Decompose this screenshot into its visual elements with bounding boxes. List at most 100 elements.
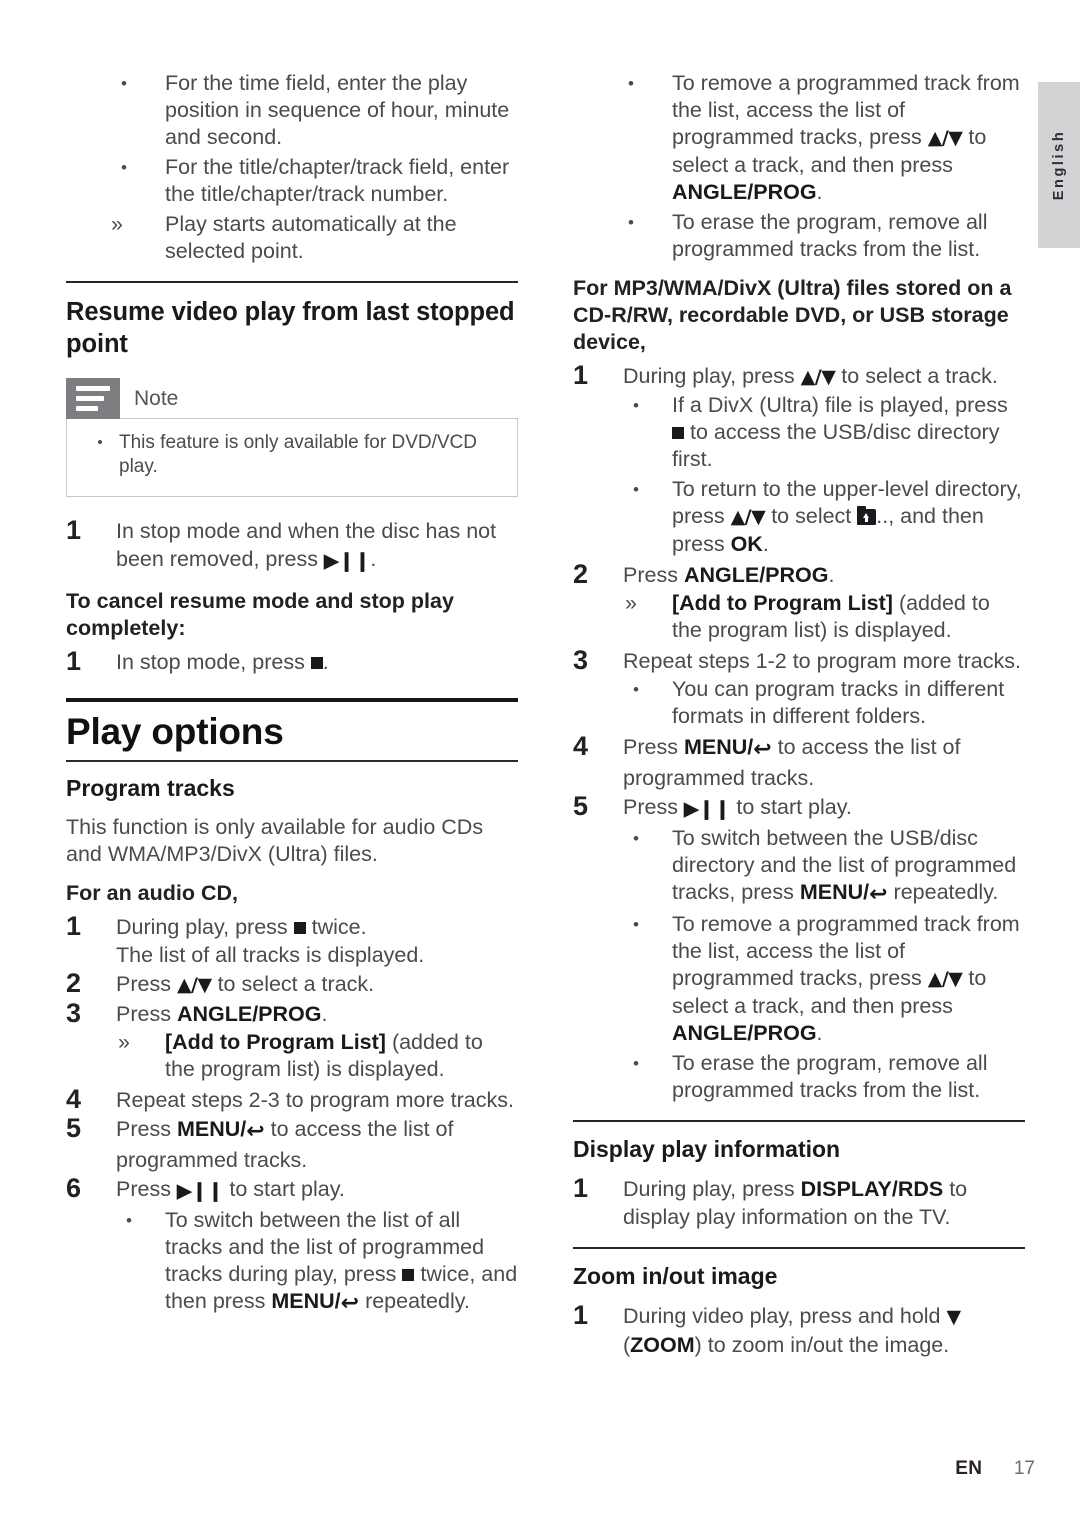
chapter-title: Play options: [66, 711, 284, 752]
menu-label: [Add to Program List]: [165, 1030, 386, 1054]
list-item-text: To switch between the list of all tracks…: [165, 1208, 518, 1316]
bullet-marker: •: [633, 915, 639, 934]
chapter-rule-bottom: [66, 760, 518, 762]
procedure-step: 1 During play, press twice. The list of a…: [66, 911, 518, 969]
section-divider: [573, 1247, 1025, 1249]
down-arrow-icon: ▼: [946, 1306, 962, 1328]
section-intro-text: This function is only available for audi…: [66, 815, 484, 866]
bullet-marker: •: [628, 74, 634, 93]
list-item-text: [Add to Program List] (added to the prog…: [165, 1030, 483, 1081]
step-text: In stop mode and when the disc has not b…: [116, 519, 496, 572]
up-down-arrows-icon: ▲/▼: [927, 968, 963, 990]
step-text: Repeat steps 2-3 to program more tracks.: [116, 1088, 514, 1112]
key-label: DISPLAY/RDS: [800, 1177, 944, 1201]
list-item: • To remove a programmed track from the …: [573, 70, 1025, 206]
list-item-text: For the time field, enter the play posit…: [165, 71, 510, 149]
list-item: • For the time field, enter the play pos…: [66, 70, 518, 151]
subheading-cancel-resume: To cancel resume mode and stop play comp…: [66, 589, 454, 640]
step-text: During play, press ▲/▼ to select a track…: [623, 364, 998, 388]
list-item: • To remove a programmed track from the …: [573, 911, 1025, 1047]
return-arrow-icon: ↩: [340, 1291, 360, 1316]
result-marker: »: [118, 1031, 130, 1054]
stop-icon: [672, 426, 684, 439]
key-label: MENU/: [176, 1117, 247, 1141]
list-item-text: To switch between the USB/disc directory…: [672, 826, 1017, 907]
section-heading-zoom: Zoom in/out image: [573, 1263, 778, 1289]
stop-icon: [310, 656, 323, 669]
procedure-step: 6 Press ▶❙❙ to start play.: [66, 1173, 518, 1206]
list-item-text: For the title/chapter/track field, enter…: [165, 155, 510, 206]
list-item: » Play starts automatically at the selec…: [66, 211, 518, 265]
step-number: 1: [66, 911, 82, 941]
bullet-marker: •: [633, 396, 639, 415]
procedure-step: 2 Press ▲/▼ to select a track.: [66, 968, 518, 999]
list-item-text: To erase the program, remove all program…: [672, 1051, 988, 1102]
left-column: • For the time field, enter the play pos…: [66, 70, 518, 1320]
list-item: • If a DivX (Ultra) file is played, pres…: [573, 392, 1025, 473]
bullet-marker: •: [633, 680, 639, 699]
footer-language-code: EN: [955, 1458, 983, 1479]
step-text: During video play, press and hold ▼ (ZOO…: [623, 1304, 961, 1357]
step-number: 3: [573, 645, 589, 675]
list-item: • To erase the program, remove all progr…: [573, 209, 1025, 263]
note-list-item: • This feature is only available for DVD…: [83, 431, 501, 479]
list-item: • You can program tracks in different fo…: [573, 676, 1025, 730]
folder-up-icon: [857, 506, 877, 525]
menu-label: [Add to Program List]: [672, 591, 893, 615]
key-label: ANGLE/PROG: [672, 180, 817, 204]
procedure-step: 5 Press MENU/↩ to access the list of pro…: [66, 1113, 518, 1174]
step-text: Press ▲/▼ to select a track.: [116, 972, 375, 996]
procedure-step: 5 Press ▶❙❙ to start play.: [573, 791, 1025, 824]
step-number: 5: [573, 791, 589, 821]
return-arrow-icon: ↩: [753, 737, 772, 762]
section-divider: [573, 1120, 1025, 1122]
step-text: Press MENU/↩ to access the list of progr…: [116, 1117, 454, 1172]
step-text: In stop mode, press .: [116, 650, 329, 674]
bullet-marker: •: [633, 829, 639, 848]
subheading-audio-cd: For an audio CD,: [66, 881, 238, 905]
note-header: Note: [66, 378, 518, 419]
step-number: 1: [66, 515, 82, 545]
step-number: 3: [66, 998, 82, 1028]
step-number: 2: [573, 559, 589, 589]
step-number: 1: [573, 360, 589, 390]
list-item: • To return to the upper-level directory…: [573, 476, 1025, 558]
step-number: 4: [573, 731, 589, 761]
step-number: 5: [66, 1113, 82, 1143]
list-item: » [Add to Program List] (added to the pr…: [573, 590, 1025, 644]
procedure-step: 1 In stop mode, press .: [66, 646, 518, 676]
result-marker: »: [625, 592, 637, 615]
return-arrow-icon: ↩: [869, 882, 888, 907]
bullet-marker: •: [633, 480, 639, 499]
procedure-step: 4 Repeat steps 2-3 to program more track…: [66, 1084, 518, 1114]
key-label: MENU/: [799, 880, 870, 904]
key-label: MENU/: [683, 735, 754, 759]
list-item-text: To erase the program, remove all program…: [672, 210, 988, 261]
up-down-arrows-icon: ▲/▼: [800, 366, 836, 388]
procedure-step: 1 During video play, press and hold ▼ (Z…: [573, 1300, 1025, 1359]
stop-icon: [293, 921, 306, 934]
step-text: Press ANGLE/PROG.: [116, 1002, 328, 1026]
note-title: Note: [134, 386, 179, 410]
list-item: • To switch between the list of all trac…: [66, 1207, 518, 1317]
list-item-text: Play starts automatically at the selecte…: [165, 212, 457, 263]
note-icon: [66, 378, 120, 419]
stop-icon: [402, 1268, 415, 1281]
section-divider: [66, 281, 518, 283]
language-tab: English: [1038, 82, 1080, 248]
list-item-text: [Add to Program List] (added to the prog…: [672, 591, 990, 642]
key-label: ANGLE/PROG: [683, 563, 829, 587]
list-item: » [Add to Program List] (added to the pr…: [66, 1029, 518, 1083]
language-tab-label: English: [1051, 129, 1067, 201]
step-number: 1: [573, 1173, 589, 1203]
result-marker: »: [111, 213, 123, 236]
chapter-rule-top: [66, 698, 518, 702]
bullet-marker: •: [97, 434, 103, 451]
step-number: 1: [66, 646, 82, 676]
note-box: Note • This feature is only available fo…: [66, 378, 518, 497]
section-heading-resume: Resume video play from last stopped poin…: [66, 298, 515, 358]
play-pause-icon: ▶❙❙: [323, 551, 371, 572]
section-heading-display-info: Display play information: [573, 1136, 841, 1162]
procedure-step: 3 Repeat steps 1-2 to program more track…: [573, 645, 1025, 675]
step-number: 2: [66, 968, 82, 998]
